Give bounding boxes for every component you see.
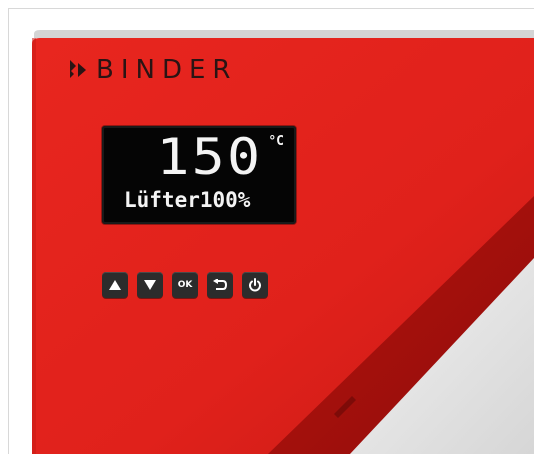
arrow-down-icon bbox=[144, 280, 156, 290]
ok-button-label: OK bbox=[177, 280, 193, 290]
brand-name: BINDER bbox=[96, 55, 238, 85]
device-photo: BINDER 150 °C Lüfter100% OK bbox=[0, 0, 534, 454]
controller-display: 150 °C Lüfter100% bbox=[102, 126, 296, 224]
panel-left-edge bbox=[32, 38, 36, 454]
arrow-up-icon bbox=[109, 280, 121, 290]
fan-status-text: Lüfter100% bbox=[124, 188, 251, 212]
binder-chevron-logo-icon bbox=[70, 60, 86, 78]
power-icon bbox=[249, 278, 261, 292]
cabinet-top-edge bbox=[34, 30, 534, 38]
return-icon bbox=[213, 279, 227, 290]
back-button[interactable] bbox=[207, 272, 233, 298]
control-keypad: OK bbox=[102, 272, 268, 298]
ok-button[interactable]: OK bbox=[172, 272, 198, 298]
temperature-unit: °C bbox=[268, 134, 284, 149]
brand-logo: BINDER bbox=[68, 56, 237, 84]
down-button[interactable] bbox=[137, 272, 163, 298]
up-button[interactable] bbox=[102, 272, 128, 298]
temperature-readout: 150 bbox=[156, 128, 262, 186]
power-button[interactable] bbox=[242, 272, 268, 298]
